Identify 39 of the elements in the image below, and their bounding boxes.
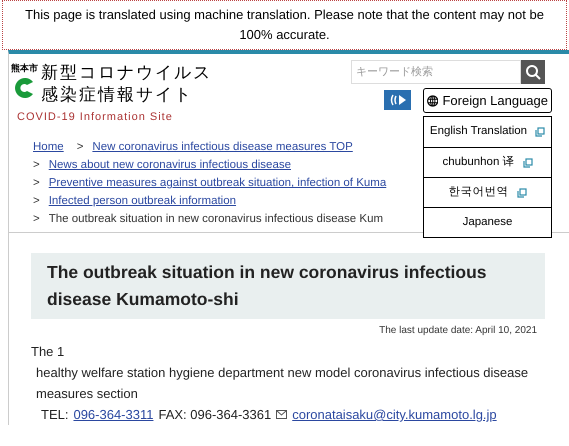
last-update-date: The last update date: April 10, 2021	[379, 324, 537, 338]
email-link[interactable]: coronataisaku@city.kumamoto.lg.jp	[292, 404, 497, 425]
search-button[interactable]	[521, 60, 545, 84]
breadcrumb-separator: >	[76, 140, 84, 155]
breadcrumb-separator: >	[33, 158, 40, 173]
external-link-icon	[516, 188, 526, 198]
language-option[interactable]: English Translation	[424, 117, 551, 147]
breadcrumb-separator: >	[33, 194, 40, 209]
mail-icon	[276, 410, 288, 419]
site-title: 感染症情報サイト	[41, 84, 194, 106]
breadcrumb-separator: >	[33, 176, 40, 191]
language-option[interactable]: chubunhon 译	[424, 147, 551, 177]
phone-link[interactable]: 096-364-3311	[73, 404, 154, 425]
page-title: The outbreak situation in new coronavirus infectious disease Kumamoto-shi	[47, 261, 488, 311]
breadcrumb-link[interactable]: Preventive measures against outbreak situation, infection of Kuma	[48, 174, 386, 192]
globe-icon	[427, 94, 438, 106]
search-field[interactable]: キーワード検索	[351, 60, 521, 84]
contact-text: The 1	[31, 344, 64, 359]
external-link-icon	[535, 127, 546, 137]
site-title: 新型コロナウイルス	[41, 62, 212, 84]
breadcrumb-link[interactable]: New coronavirus infectious disease measures TOP	[92, 138, 353, 156]
language-option[interactable]: Japanese	[424, 207, 551, 237]
site-subtitle: COVID-19 Information Site	[16, 110, 174, 124]
audio-reader-button[interactable]	[384, 90, 411, 110]
breadcrumb-current: The outbreak situation in new coronavirus infectious disease Kum	[48, 212, 384, 227]
speaker-icon	[388, 94, 406, 106]
breadcrumb-link[interactable]: News about new coronavirus infectious disease	[48, 156, 291, 174]
machine-translation-notice: This page is translated using machine translation. Please note that the content may not be 100% accurate.	[24, 6, 545, 44]
foreign-language-button[interactable]: Foreign Language	[423, 88, 552, 113]
language-option[interactable]: 한국어번역	[424, 177, 551, 207]
city-name: 熊本市	[11, 62, 38, 74]
breadcrumb-link[interactable]: Home	[33, 138, 64, 156]
external-link-icon	[522, 158, 533, 168]
tel-label: TEL:	[41, 406, 68, 424]
breadcrumb-separator: >	[33, 212, 40, 227]
search-icon	[525, 64, 541, 80]
fax-number: FAX: 096-364-3361	[158, 406, 272, 424]
breadcrumb-link[interactable]: Infected person outbreak information	[48, 192, 236, 210]
department-name: healthy welfare station hygiene department new model coronavirus infectious disease measures section	[35, 364, 530, 403]
